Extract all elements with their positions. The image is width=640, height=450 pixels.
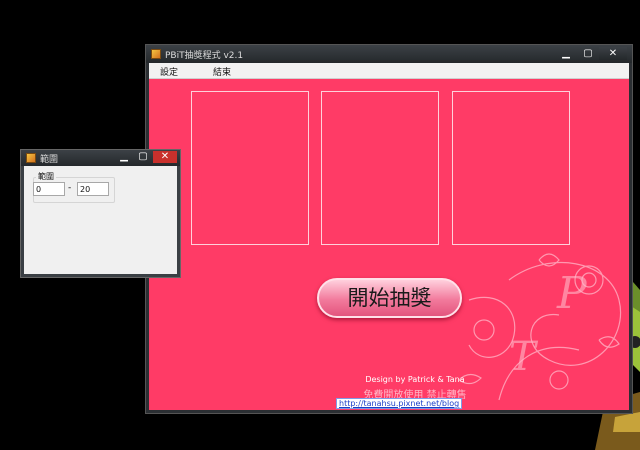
svg-text:T: T	[509, 334, 539, 380]
credit-text: Design by Patrick & Tana	[365, 375, 465, 384]
prize-slot-1	[191, 91, 309, 245]
dialog-titlebar[interactable]: 範圍 ▁ ▢ ✕	[21, 150, 180, 166]
range-max-input[interactable]	[77, 182, 109, 196]
dialog-app-icon	[26, 153, 36, 163]
maximize-button[interactable]: ▢	[577, 47, 599, 60]
floral-decoration: P T	[458, 253, 622, 401]
range-min-input[interactable]	[33, 182, 65, 196]
minimize-button[interactable]: ▁	[555, 47, 577, 60]
window-title: PBiT抽獎程式 v2.1	[165, 51, 244, 61]
close-button[interactable]: ✕	[599, 47, 627, 60]
start-draw-button[interactable]: 開始抽獎	[317, 278, 462, 318]
range-dialog: 範圍 ▁ ▢ ✕ 範圍 -	[20, 149, 181, 278]
blog-link[interactable]: http://tanahsu.pixnet.net/blog	[336, 398, 463, 409]
lottery-panel: P T 開始抽獎 Design by Patrick & Tana 免費開放使用…	[149, 79, 629, 410]
dialog-maximize-button[interactable]: ▢	[132, 151, 154, 163]
dialog-title: 範圍	[40, 155, 59, 165]
svg-text:P: P	[556, 268, 588, 319]
range-group-label: 範圍	[36, 171, 56, 182]
main-window: PBiT抽獎程式 v2.1 ▁ ▢ ✕ 設定 結束 P T 開始抽獎 Desig…	[145, 44, 633, 414]
app-icon	[151, 49, 161, 59]
menu-bar: 設定 結束	[149, 63, 629, 79]
menu-exit[interactable]: 結束	[213, 65, 231, 78]
prize-slot-2	[321, 91, 439, 245]
dialog-close-button[interactable]: ✕	[153, 151, 177, 163]
dialog-body: 範圍 -	[24, 166, 177, 274]
prize-slot-3	[452, 91, 570, 245]
main-titlebar[interactable]: PBiT抽獎程式 v2.1 ▁ ▢ ✕	[146, 45, 632, 63]
range-separator: -	[68, 183, 72, 193]
menu-settings[interactable]: 設定	[160, 65, 178, 78]
